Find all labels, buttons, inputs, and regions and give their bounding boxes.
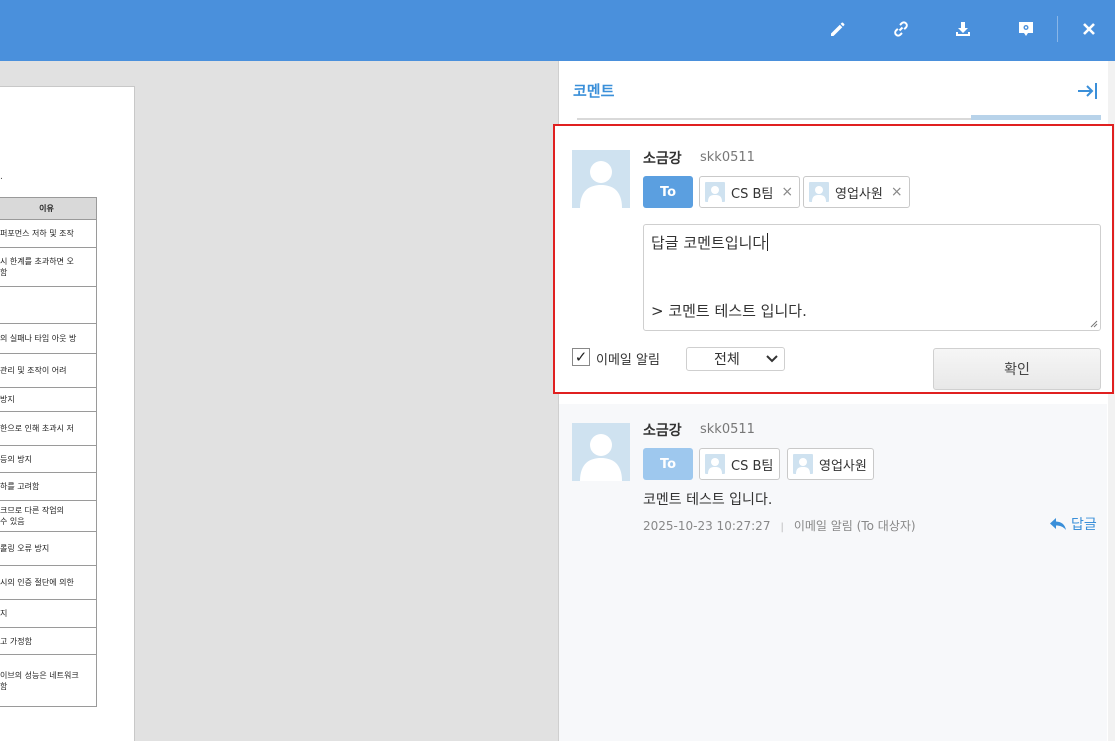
doc-mark: . <box>0 172 3 182</box>
collapse-panel-icon[interactable] <box>1077 81 1099 101</box>
user-icon <box>705 454 725 474</box>
panel-title: 코멘트 <box>573 82 615 100</box>
top-toolbar <box>0 0 1115 61</box>
table-row: 의 실패나 타임 아웃 방 <box>0 323 97 354</box>
user-icon <box>580 434 622 481</box>
author-avatar <box>572 150 630 208</box>
table-row: 관리 및 조작이 어려 <box>0 353 97 388</box>
recipient-label: CS B팀 <box>731 186 774 202</box>
comment-email-info: 이메일 알림 (To 대상자) <box>793 519 916 533</box>
chevron-down-icon <box>766 355 778 363</box>
table-row: 퍼포먼스 저하 및 조작 <box>0 219 97 248</box>
document-viewer[interactable]: . 이유 퍼포먼스 저하 및 조작 시 한계를 초과하면 오 함 의 실패나 타… <box>0 61 558 741</box>
reply-button[interactable]: 답글 <box>1049 514 1097 534</box>
remove-recipient-icon[interactable]: × <box>781 184 793 200</box>
reply-author-name: 소금강 <box>643 151 682 167</box>
comment-author-name: 소금강 <box>643 423 682 439</box>
table-row: 하를 고려함 <box>0 472 97 501</box>
comment-author-avatar <box>572 423 630 481</box>
reply-label: 답글 <box>1071 517 1097 533</box>
comment-settings-icon[interactable] <box>1007 12 1045 46</box>
reply-author-id: skk0511 <box>700 150 755 165</box>
download-icon[interactable] <box>944 12 982 46</box>
comment-meta: 2025-10-23 10:27:27 | 이메일 알림 (To 대상자) <box>643 517 916 534</box>
table-row: 크므로 다른 작업의 수 있음 <box>0 500 97 532</box>
table-row: 한으로 인해 초과시 저 <box>0 411 97 446</box>
to-badge: To <box>643 448 693 480</box>
document-page: . 이유 퍼포먼스 저하 및 조작 시 한계를 초과하면 오 함 의 실패나 타… <box>0 86 135 741</box>
email-notify-checkbox[interactable]: ✓ <box>572 348 590 366</box>
user-icon <box>705 182 725 202</box>
reply-textarea[interactable]: 답글 코멘트입니다 > 코멘트 테스트 입니다. <box>643 224 1101 331</box>
close-icon[interactable] <box>1070 12 1108 46</box>
table-row: 지 <box>0 599 97 628</box>
table-row: 시의 인증 절단에 의한 <box>0 565 97 600</box>
user-icon <box>793 454 813 474</box>
table-row: 이브의 성능은 네트워크 함 <box>0 654 97 707</box>
comment-timestamp: 2025-10-23 10:27:27 <box>643 519 771 533</box>
table-header-reason: 이유 <box>0 197 97 220</box>
recipient-label: 영업사원 <box>835 186 883 202</box>
link-icon[interactable] <box>882 12 920 46</box>
table-row: 등의 방지 <box>0 445 97 473</box>
comment-author-id: skk0511 <box>700 422 755 437</box>
email-notify-label[interactable]: 이메일 알림 <box>596 349 660 368</box>
recipient-chip: 영업사원 <box>787 448 874 480</box>
document-table: 이유 퍼포먼스 저하 및 조작 시 한계를 초과하면 오 함 의 실패나 타임 … <box>0 197 97 707</box>
resize-handle-icon[interactable] <box>1089 319 1098 328</box>
table-row: 롤링 오류 방지 <box>0 531 97 566</box>
table-row <box>0 286 97 324</box>
pencil-icon[interactable] <box>819 12 857 46</box>
recipient-label: CS B팀 <box>731 458 774 474</box>
user-icon <box>809 182 829 202</box>
recipient-chip: CS B팀 × <box>699 176 801 208</box>
notify-scope-value: 전체 <box>714 352 740 368</box>
user-icon <box>580 161 622 208</box>
text-caret <box>767 233 769 251</box>
meta-separator: | <box>780 522 784 533</box>
reply-icon <box>1050 518 1066 530</box>
notify-scope-select[interactable]: 전체 <box>686 347 785 371</box>
remove-recipient-icon[interactable]: × <box>891 184 903 200</box>
recipient-chip: 영업사원 × <box>803 176 910 208</box>
comment-text: 코멘트 테스트 입니다. <box>643 492 773 508</box>
recipient-chip: CS B팀 <box>699 448 781 480</box>
table-row: 방지 <box>0 387 97 412</box>
table-row: 시 한계를 초과하면 오 함 <box>0 247 97 287</box>
table-row: 고 가정함 <box>0 627 97 655</box>
reply-quote-line: > 코멘트 테스트 입니다. <box>651 302 807 320</box>
confirm-button[interactable]: 확인 <box>933 348 1101 390</box>
reply-text-line: 답글 코멘트입니다 <box>651 234 767 252</box>
toolbar-divider <box>1057 16 1058 42</box>
to-badge[interactable]: To <box>643 176 693 208</box>
tab-active-indicator <box>971 115 1101 120</box>
recipient-label: 영업사원 <box>819 458 867 474</box>
